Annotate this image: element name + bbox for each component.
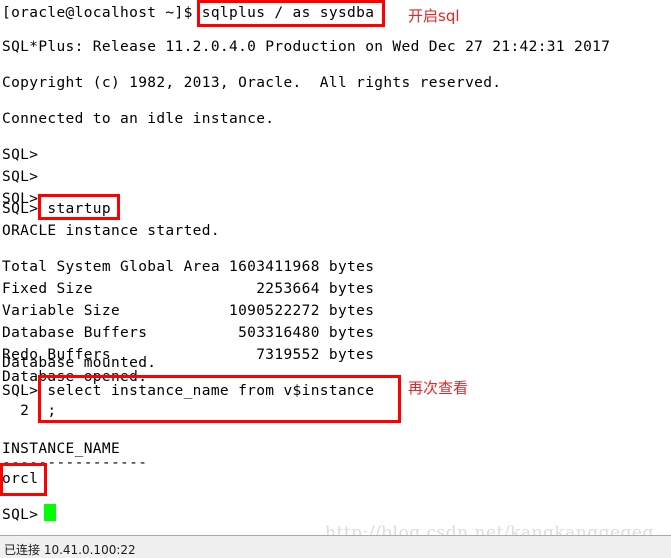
terminal-line: 2 ; — [2, 403, 57, 419]
terminal-line: Copyright (c) 1982, 2013, Oracle. All ri… — [2, 75, 502, 91]
status-bar: 已连接 10.41.0.100:22 — [0, 535, 671, 558]
terminal-window: [oracle@localhost ~]$ sqlplus / as sysdb… — [0, 0, 671, 558]
annotation-start-sql: 开启sql — [408, 7, 460, 25]
terminal-output-area[interactable]: [oracle@localhost ~]$ sqlplus / as sysdb… — [0, 0, 671, 535]
terminal-line: Connected to an idle instance. — [2, 111, 275, 127]
terminal-line: Database Buffers 503316480 bytes — [2, 325, 375, 341]
terminal-line: SQL> — [2, 147, 39, 163]
terminal-line: ORACLE instance started. — [2, 223, 220, 239]
text-cursor — [44, 504, 56, 521]
terminal-line: orcl — [2, 471, 39, 487]
terminal-line: Variable Size 1090522272 bytes — [2, 303, 375, 319]
status-bar-connection-label: 已连接 10.41.0.100:22 — [4, 543, 136, 557]
terminal-line: Fixed Size 2253664 bytes — [2, 281, 375, 297]
terminal-line: Total System Global Area 1603411968 byte… — [2, 259, 375, 275]
terminal-line: SQL> select instance_name from v$instanc… — [2, 383, 375, 399]
terminal-line: SQL> startup — [2, 201, 111, 217]
terminal-line: [oracle@localhost ~]$ sqlplus / as sysdb… — [2, 5, 375, 21]
terminal-line: SQL*Plus: Release 11.2.0.4.0 Production … — [2, 39, 611, 55]
terminal-line: SQL> — [2, 169, 39, 185]
annotation-check-again: 再次查看 — [408, 379, 469, 397]
terminal-line: SQL> — [2, 507, 39, 523]
